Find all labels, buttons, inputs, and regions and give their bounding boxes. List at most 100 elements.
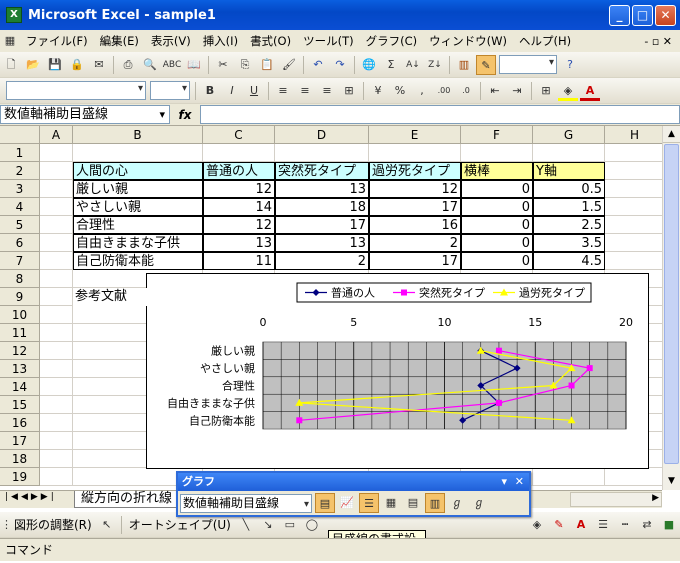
workbook-icon[interactable]: ▦ xyxy=(1,31,19,51)
column-header[interactable]: A xyxy=(40,126,73,144)
grid-cell[interactable] xyxy=(605,252,662,270)
row-header[interactable]: 3 xyxy=(0,180,40,198)
scroll-down-icon[interactable]: ▼ xyxy=(663,473,680,490)
table-header-cell[interactable]: 普通の人 xyxy=(203,162,275,180)
open-icon[interactable]: 📂 xyxy=(23,55,43,75)
arrow-icon[interactable]: ↘ xyxy=(258,515,278,535)
menu-format[interactable]: 書式(O) xyxy=(244,33,297,49)
line-style-icon[interactable]: ☰ xyxy=(593,515,613,535)
category-label[interactable]: 自由きままな子供 xyxy=(167,396,255,410)
table-header-cell[interactable]: 横棒 xyxy=(461,162,533,180)
column-header[interactable]: F xyxy=(461,126,533,144)
font-combo[interactable] xyxy=(6,81,146,100)
row-header[interactable]: 13 xyxy=(0,360,40,378)
x-tick-label[interactable]: 10 xyxy=(438,316,452,329)
legend-marker[interactable] xyxy=(401,289,407,296)
scroll-thumb[interactable] xyxy=(664,144,679,464)
sort-asc-icon[interactable]: A↓ xyxy=(403,55,423,75)
scroll-right-icon[interactable]: ▶ xyxy=(652,493,659,503)
column-header[interactable]: D xyxy=(275,126,369,144)
select-pointer-icon[interactable]: ↖ xyxy=(97,515,117,535)
category-label[interactable]: 厳しい親 xyxy=(211,344,255,358)
line-icon[interactable]: ╲ xyxy=(236,515,256,535)
outdent-icon[interactable]: ⇤ xyxy=(485,81,505,101)
table-cell[interactable]: 12 xyxy=(203,180,275,198)
indent-icon[interactable]: ⇥ xyxy=(507,81,527,101)
table-cell[interactable]: 13 xyxy=(203,234,275,252)
column-header[interactable]: G xyxy=(533,126,605,144)
row-header[interactable]: 4 xyxy=(0,198,40,216)
table-cell[interactable]: 0 xyxy=(461,234,533,252)
row-header[interactable]: 7 xyxy=(0,252,40,270)
table-cell[interactable]: 17 xyxy=(275,216,369,234)
chart-wizard-icon[interactable]: ▥ xyxy=(454,55,474,75)
table-cell[interactable]: 2.5 xyxy=(533,216,605,234)
preview-icon[interactable]: 🔍 xyxy=(140,55,160,75)
grid-cell[interactable] xyxy=(275,144,369,162)
grid-cell[interactable] xyxy=(40,198,73,216)
help-icon[interactable]: ? xyxy=(560,55,580,75)
menu-window[interactable]: ウィンドウ(W) xyxy=(423,33,513,49)
grid-cell[interactable] xyxy=(533,144,605,162)
row-header[interactable]: 8 xyxy=(0,270,40,288)
grid-cell[interactable] xyxy=(40,162,73,180)
row-header[interactable]: 2 xyxy=(0,162,40,180)
row-header[interactable]: 18 xyxy=(0,450,40,468)
grid-cell[interactable] xyxy=(40,216,73,234)
decrease-decimal-icon[interactable]: .0 xyxy=(456,81,476,101)
x-tick-label[interactable]: 15 xyxy=(528,316,542,329)
data-point[interactable] xyxy=(495,399,502,406)
grid-cell[interactable] xyxy=(73,144,203,162)
font-color-icon[interactable]: A xyxy=(580,81,600,101)
zoom-combo[interactable] xyxy=(499,55,557,74)
menu-file[interactable]: ファイル(F) xyxy=(20,33,94,49)
sheet-tab-active[interactable]: 縦方向の折れ線 xyxy=(74,491,180,508)
table-cell[interactable]: 0.5 xyxy=(533,180,605,198)
data-point[interactable] xyxy=(296,417,303,424)
grid-cell[interactable] xyxy=(40,306,73,324)
table-cell[interactable]: 厳しい親 xyxy=(73,180,203,198)
table-cell[interactable]: 18 xyxy=(275,198,369,216)
table-cell[interactable]: 11 xyxy=(203,252,275,270)
table-header-cell[interactable]: 過労死タイプ xyxy=(369,162,461,180)
x-tick-label[interactable]: 5 xyxy=(350,316,357,329)
table-cell[interactable]: 3.5 xyxy=(533,234,605,252)
scroll-up-icon[interactable]: ▲ xyxy=(663,126,680,143)
bold-icon[interactable]: B xyxy=(200,81,220,101)
table-cell[interactable]: やさしい親 xyxy=(73,198,203,216)
grid-cell[interactable] xyxy=(40,180,73,198)
column-header[interactable]: C xyxy=(203,126,275,144)
chart-object-selector[interactable]: 数値軸補助目盛線 xyxy=(180,493,312,513)
legend-label[interactable]: 普通の人 xyxy=(331,286,375,300)
table-header-cell[interactable]: 人間の心 xyxy=(73,162,203,180)
select-all-corner[interactable] xyxy=(0,126,40,144)
fill-color-icon[interactable]: ◈ xyxy=(527,515,547,535)
table-cell[interactable]: 17 xyxy=(369,198,461,216)
grid-cell[interactable] xyxy=(605,198,662,216)
category-label[interactable]: 自己防衛本能 xyxy=(189,413,255,427)
table-cell[interactable]: 0 xyxy=(461,216,533,234)
drawing-icon[interactable]: ✎ xyxy=(476,54,496,75)
grid-cell[interactable] xyxy=(40,414,73,432)
table-cell[interactable]: 2 xyxy=(369,234,461,252)
line-chart[interactable]: 0 5 10 15 20 厳しい親やさしい親合理性自由きままな子供自己防衛本能 普通の人 突然… xyxy=(147,274,650,470)
chart-area[interactable]: 0 5 10 15 20 厳しい親 やさしい親 合理性 自由きままな子供 自己防衛本能 普通の人 突然… xyxy=(146,273,649,469)
increase-decimal-icon[interactable]: .00 xyxy=(434,81,454,101)
table-cell[interactable]: 自由きままな子供 xyxy=(73,234,203,252)
percent-icon[interactable]: % xyxy=(390,81,410,101)
horizontal-scrollbar[interactable]: ▶ xyxy=(570,492,662,507)
menu-chart[interactable]: グラフ(C) xyxy=(360,33,424,49)
row-header[interactable]: 11 xyxy=(0,324,40,342)
comma-icon[interactable]: , xyxy=(412,81,432,101)
font-size-combo[interactable] xyxy=(150,81,190,100)
toolbar-close-icon[interactable]: ✕ xyxy=(515,473,524,491)
mail-icon[interactable]: ✉ xyxy=(89,55,109,75)
grid-cell[interactable] xyxy=(40,396,73,414)
table-header-cell[interactable]: Y軸 xyxy=(533,162,605,180)
menu-view[interactable]: 表示(V) xyxy=(145,33,197,49)
table-header-cell[interactable]: 突然死タイプ xyxy=(275,162,369,180)
undo-icon[interactable]: ↶ xyxy=(308,55,328,75)
adjust-shapes-menu[interactable]: 図形の調整(R) xyxy=(14,516,92,533)
spell-icon[interactable]: ABC xyxy=(162,55,182,75)
menu-tools[interactable]: ツール(T) xyxy=(297,33,360,49)
